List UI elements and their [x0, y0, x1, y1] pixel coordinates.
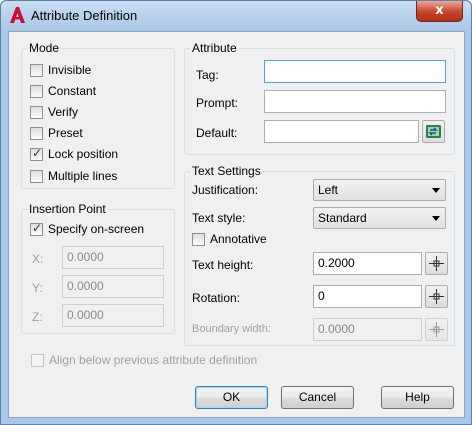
- constant-checkbox-box[interactable]: [30, 85, 43, 98]
- constant-label: Constant: [48, 84, 97, 98]
- help-button[interactable]: Help: [381, 386, 454, 409]
- y-field[interactable]: 0.0000: [62, 275, 164, 298]
- crosshair-icon: [429, 289, 444, 304]
- text-style-value: Standard: [318, 211, 367, 225]
- chevron-down-icon: [432, 188, 440, 193]
- mode-group-label: Mode: [27, 41, 62, 55]
- verify-checkbox-box[interactable]: [30, 106, 43, 119]
- multiple-lines-checkbox-box[interactable]: [30, 170, 43, 183]
- lock-position-checkbox-box[interactable]: [30, 146, 43, 161]
- tag-label: Tag:: [196, 68, 219, 82]
- prompt-field[interactable]: [264, 90, 446, 113]
- title-bar[interactable]: Attribute Definition x: [1, 1, 471, 31]
- multiple-lines-label: Multiple lines: [48, 169, 118, 183]
- close-icon: x: [435, 3, 444, 18]
- invisible-checkbox-box[interactable]: [30, 64, 43, 77]
- preset-checkbox-box[interactable]: [30, 127, 43, 140]
- lock-position-label: Lock position: [48, 147, 119, 161]
- insert-field-button[interactable]: [422, 120, 445, 143]
- align-below-checkbox-box[interactable]: [31, 354, 44, 367]
- mode-group: [21, 48, 175, 189]
- insertion-point-group-label: Insertion Point: [27, 202, 108, 216]
- align-below-label: Align below previous attribute definitio…: [49, 353, 258, 367]
- invisible-label: Invisible: [48, 63, 92, 77]
- justification-label: Justification:: [192, 183, 259, 197]
- tag-field[interactable]: [264, 60, 446, 83]
- justification-dropdown[interactable]: Left: [313, 179, 446, 201]
- dialog-window: Attribute Definition x Mode Invisible Co…: [0, 0, 472, 425]
- text-style-label: Text style:: [192, 211, 246, 225]
- preset-label: Preset: [48, 126, 83, 140]
- text-height-pick-button[interactable]: [425, 252, 448, 275]
- rotation-pick-button[interactable]: [425, 285, 448, 308]
- y-label: Y:: [32, 281, 43, 295]
- cancel-button[interactable]: Cancel: [281, 386, 354, 409]
- annotative-checkbox-box[interactable]: [192, 233, 205, 246]
- crosshair-icon: [429, 256, 444, 271]
- x-label: X:: [32, 252, 44, 266]
- justification-value: Left: [318, 183, 339, 197]
- window-title: Attribute Definition: [31, 8, 138, 23]
- prompt-label: Prompt:: [196, 96, 239, 110]
- z-label: Z:: [32, 310, 43, 324]
- rotation-field[interactable]: 0: [313, 285, 422, 308]
- specify-on-screen-label: Specify on-screen: [48, 222, 145, 236]
- rotation-label: Rotation:: [192, 291, 241, 305]
- chevron-down-icon: [432, 216, 440, 221]
- verify-label: Verify: [48, 105, 79, 119]
- text-style-dropdown[interactable]: Standard: [313, 207, 446, 229]
- text-height-field[interactable]: 0.2000: [313, 252, 422, 275]
- z-field[interactable]: 0.0000: [62, 304, 164, 327]
- autocad-logo-icon: [10, 7, 25, 23]
- boundary-width-pick-button[interactable]: [425, 318, 448, 341]
- attribute-group-label: Attribute: [190, 41, 239, 55]
- crosshair-icon: [429, 322, 444, 337]
- insert-field-icon: [426, 125, 441, 138]
- default-field[interactable]: [264, 120, 419, 143]
- close-button[interactable]: x: [416, 1, 463, 22]
- dialog-client-area: Mode Invisible Constant Verify Preset Lo…: [8, 31, 465, 418]
- annotative-label: Annotative: [210, 232, 267, 246]
- specify-on-screen-checkbox-box[interactable]: [30, 221, 43, 236]
- default-label: Default:: [196, 126, 238, 140]
- x-field[interactable]: 0.0000: [62, 246, 164, 269]
- text-settings-group-label: Text Settings: [190, 164, 263, 178]
- boundary-width-label: Boundary width:: [192, 323, 271, 335]
- boundary-width-field[interactable]: 0.0000: [313, 318, 422, 341]
- ok-button[interactable]: OK: [195, 386, 268, 409]
- text-height-label: Text height:: [192, 258, 254, 272]
